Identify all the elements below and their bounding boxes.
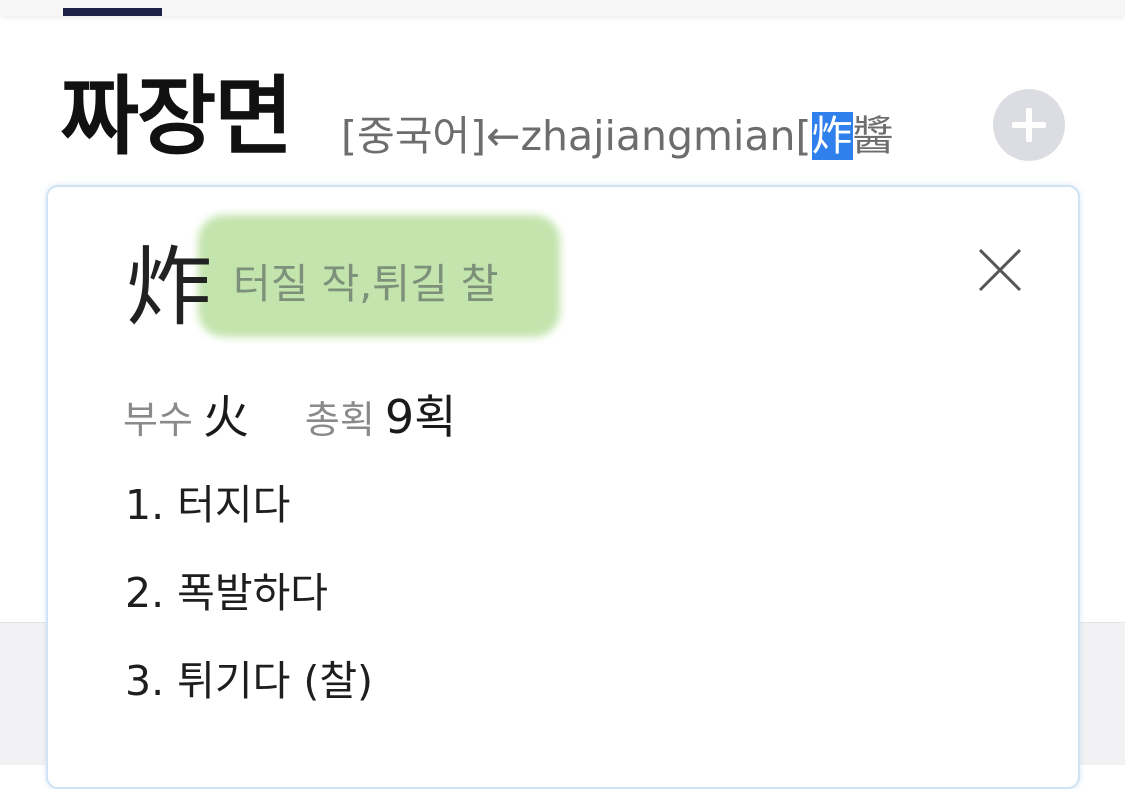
definition-item: 2. 폭발하다 <box>125 569 329 617</box>
strokes-value: 9획 <box>384 390 457 444</box>
add-to-wordbook-button[interactable] <box>993 89 1065 161</box>
origin-prefix: [중국어]←zhajiangmian[ <box>341 112 812 160</box>
origin-suffix: 醬 <box>852 112 894 160</box>
hanja-meta: 부수 火 총획 9획 <box>123 392 456 443</box>
hanja-meaning: 터질 작,튀길 찰 <box>233 260 499 308</box>
active-tab-indicator <box>63 8 162 16</box>
definition-item: 3. 튀기다 (찰) <box>125 657 374 705</box>
entry-headword: 짜장면 <box>60 67 293 167</box>
close-icon <box>978 248 1022 292</box>
hanja-popup: 炸 터질 작,튀길 찰 부수 火 총획 9획 1. 터지다 2. 폭발하다 3. 튀기… <box>46 185 1080 789</box>
plus-icon <box>1012 108 1046 142</box>
definition-item: 1. 터지다 <box>125 481 291 529</box>
radical-value: 火 <box>202 390 249 444</box>
radical-label: 부수 <box>123 398 193 442</box>
origin-selected-text[interactable]: 炸 <box>811 112 853 160</box>
strokes-label: 총획 <box>304 398 375 442</box>
hanja-character: 炸 <box>126 238 212 338</box>
close-button[interactable] <box>974 244 1026 296</box>
top-bar <box>0 0 1125 16</box>
entry-origin[interactable]: [중국어]←zhajiangmian[炸醬 <box>341 112 894 160</box>
